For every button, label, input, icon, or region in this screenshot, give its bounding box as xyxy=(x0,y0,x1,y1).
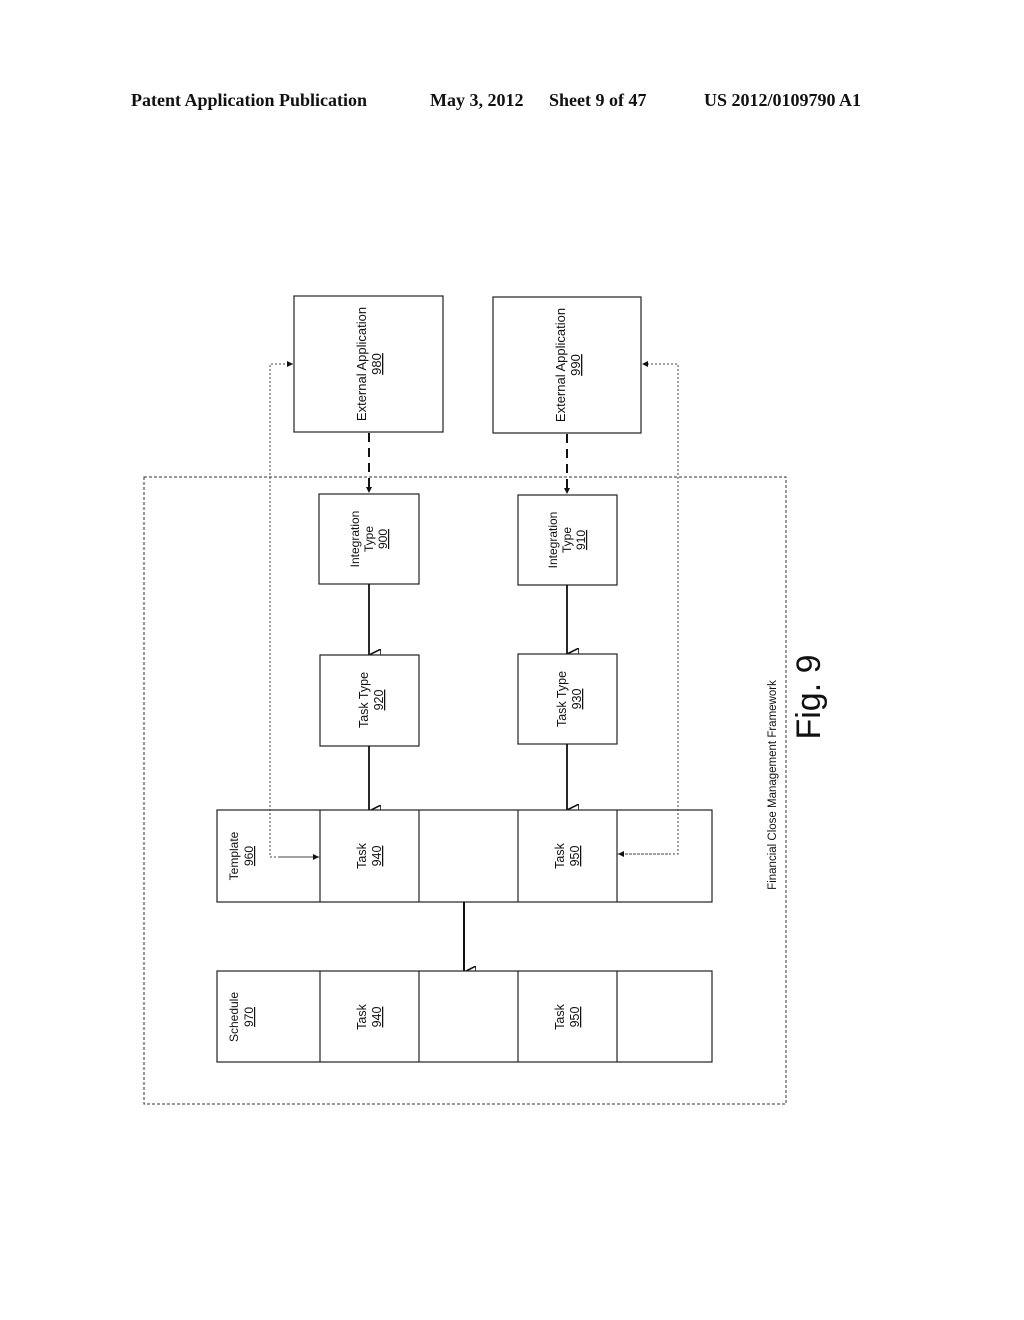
connector-task-950-to-ext-app-990 xyxy=(617,361,679,855)
svg-text:Task: Task xyxy=(553,842,567,868)
ext-app-990-label: External Application xyxy=(553,308,568,422)
integration-type-910: Integration Type 910 xyxy=(517,494,618,586)
integration-900-line1: Integration xyxy=(348,511,362,568)
integration-910-line2: Type xyxy=(560,527,574,553)
integration-910-ref: 910 xyxy=(574,530,588,550)
ext-app-990-ref: 990 xyxy=(568,354,583,376)
ext-app-980-ref: 980 xyxy=(369,353,384,375)
svg-text:Task: Task xyxy=(355,842,369,868)
template-task-940: Task 940 xyxy=(355,842,384,868)
framework-label: Financial Close Management Framework xyxy=(767,680,779,890)
svg-text:950: 950 xyxy=(568,1007,582,1028)
external-application-990: External Application 990 xyxy=(492,296,642,434)
svg-text:950: 950 xyxy=(568,846,582,867)
task-type-920-label: Task Type xyxy=(357,672,371,728)
integration-900-ref: 900 xyxy=(376,529,390,549)
integration-910-line1: Integration xyxy=(546,512,560,569)
svg-text:940: 940 xyxy=(370,1007,384,1028)
svg-text:Task: Task xyxy=(553,1003,567,1029)
connector-task-940-to-ext-app-980 xyxy=(269,361,320,858)
schedule-970: Schedule 970 Task 940 Task 950 xyxy=(216,970,713,1063)
task-type-930-ref: 930 xyxy=(570,689,584,710)
svg-text:Task: Task xyxy=(355,1003,369,1029)
svg-text:940: 940 xyxy=(370,846,384,867)
svg-text:Template: Template xyxy=(227,831,241,880)
task-type-930-label: Task Type xyxy=(555,671,569,727)
template-task-950: Task 950 xyxy=(553,842,582,868)
task-type-920-ref: 920 xyxy=(372,690,386,711)
ext-app-980-label: External Application xyxy=(354,307,369,421)
svg-text:Schedule: Schedule xyxy=(227,992,241,1042)
task-type-930: Task Type 930 xyxy=(517,653,618,745)
external-application-980: External Application 980 xyxy=(293,295,444,433)
integration-type-900: Integration Type 900 xyxy=(318,493,420,585)
svg-text:960: 960 xyxy=(242,846,256,866)
schedule-task-950: Task 950 xyxy=(553,1003,582,1029)
schedule-task-940: Task 940 xyxy=(355,1003,384,1029)
integration-900-line2: Type xyxy=(362,526,376,552)
task-type-920: Task Type 920 xyxy=(319,654,420,747)
figure-label: Fig. 9 xyxy=(790,654,828,739)
template-960: Template 960 Task 940 Task 950 xyxy=(216,809,713,903)
svg-text:970: 970 xyxy=(242,1007,256,1027)
diagram: External Application 980 External Applic… xyxy=(143,295,828,1105)
